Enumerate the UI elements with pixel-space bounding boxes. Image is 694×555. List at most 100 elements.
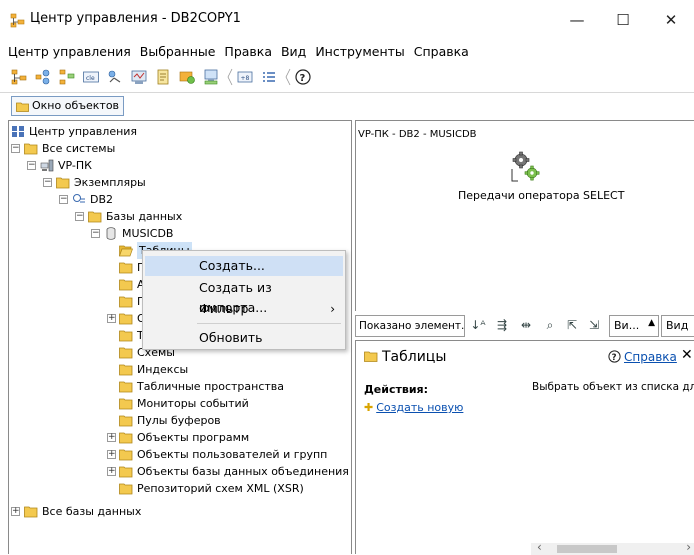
- tree-label: Базы данных: [106, 210, 183, 223]
- contents-pane: VP-ПК - DB2 - MUSICDB Передачи оператора…: [355, 120, 694, 336]
- filter-icon[interactable]: ⇶: [493, 316, 511, 334]
- view-button[interactable]: Вид: [661, 315, 694, 337]
- folder-icon: [119, 262, 133, 274]
- health-center-icon[interactable]: [130, 68, 148, 86]
- menu-tools[interactable]: Инструменты: [315, 44, 404, 59]
- tree-label: Мониторы событий: [137, 397, 249, 410]
- open-folder-icon: [119, 245, 133, 257]
- expand-toggle[interactable]: +: [107, 467, 116, 476]
- satellite-admin-icon[interactable]: [58, 68, 76, 86]
- svg-text:?: ?: [300, 73, 306, 84]
- folder-icon: [119, 483, 133, 495]
- svg-text:?: ?: [612, 353, 617, 363]
- menu-help[interactable]: Справка: [414, 44, 469, 59]
- menu-item-refresh[interactable]: Обновить: [145, 328, 343, 348]
- tree-label: Объекты пользователей и групп: [137, 448, 328, 461]
- create-new-link[interactable]: ✚ Создать новую: [364, 401, 463, 414]
- toolbar-separator: [227, 68, 233, 86]
- find-icon[interactable]: ⌕: [541, 316, 559, 334]
- menu-item-label: Фильтр: [199, 301, 249, 316]
- help-link[interactable]: ? Справка: [608, 350, 677, 364]
- menu-control-center[interactable]: Центр управления: [8, 44, 131, 59]
- folder-icon: [119, 432, 133, 444]
- object-window-label: Окно объектов: [32, 99, 120, 112]
- tree-label: VP-ПК: [58, 159, 92, 172]
- object-window-button[interactable]: Окно объектов: [11, 96, 125, 116]
- help-link-text: Справка: [624, 350, 677, 364]
- folder-icon: [119, 381, 133, 393]
- tree-label: Центр управления: [29, 125, 138, 138]
- scroll-thumb[interactable]: [557, 545, 617, 553]
- deselect-icon[interactable]: ⇲: [585, 316, 603, 334]
- maximize-button[interactable]: ☐: [600, 0, 646, 40]
- task-center-icon[interactable]: [106, 68, 124, 86]
- license-center-icon[interactable]: [178, 68, 196, 86]
- tree-label: MUSICDB: [122, 227, 174, 240]
- submenu-arrow-icon: ›: [330, 302, 335, 316]
- collapse-toggle[interactable]: −: [75, 212, 84, 221]
- control-center-app-icon: [10, 13, 25, 28]
- command-editor-icon[interactable]: cle: [82, 68, 100, 86]
- contents-toolbar: Показано элемент... ↓ᴬ ⇶ ⇹ ⌕ ⇱ ⇲ Ви... ▲…: [355, 311, 694, 341]
- minimize-button[interactable]: —: [554, 0, 600, 40]
- menu-view[interactable]: Вид: [281, 44, 306, 59]
- select-grants-gear-icon[interactable]: [508, 149, 544, 185]
- tree-label: Репозиторий схем XML (XSR): [137, 482, 304, 495]
- view-dropdown-label: Ви...: [614, 319, 640, 332]
- folder-icon: [119, 466, 133, 478]
- collapse-toggle[interactable]: −: [27, 161, 36, 170]
- menu-edit[interactable]: Правка: [224, 44, 272, 59]
- menu-selected[interactable]: Выбранные: [140, 44, 216, 59]
- folder-icon: [16, 102, 29, 112]
- list-view-icon[interactable]: [260, 68, 278, 86]
- help-icon: ?: [608, 350, 621, 363]
- tree-label: Экземпляры: [74, 176, 146, 189]
- svg-text:+8: +8: [241, 75, 250, 82]
- expand-toggle[interactable]: +: [107, 433, 116, 442]
- sort-icon[interactable]: ↓ᴬ: [469, 316, 487, 334]
- computer-icon: [40, 159, 54, 172]
- tree-label: Все базы данных: [42, 505, 142, 518]
- collapse-toggle[interactable]: −: [11, 144, 20, 153]
- columns-icon[interactable]: ⇹: [517, 316, 535, 334]
- create-new-text: Создать новую: [376, 401, 464, 414]
- expand-toggle[interactable]: +: [11, 507, 20, 516]
- journal-icon[interactable]: [154, 68, 172, 86]
- details-title: Таблицы: [364, 349, 446, 365]
- tree-label: Индексы: [137, 363, 189, 376]
- select-all-icon[interactable]: ⇱: [563, 316, 581, 334]
- scroll-left-icon[interactable]: ‹: [537, 540, 542, 554]
- menu-item-filter[interactable]: Фильтр ›: [145, 299, 343, 319]
- folder-icon: [88, 211, 102, 223]
- window-title: Центр управления - DB2COPY1: [30, 11, 241, 26]
- expand-toggle[interactable]: +: [107, 314, 116, 323]
- close-button[interactable]: ✕: [648, 0, 694, 40]
- menu-item-create[interactable]: Создать...: [145, 256, 343, 276]
- collapse-toggle[interactable]: −: [43, 178, 52, 187]
- details-close-button[interactable]: ✕: [681, 347, 693, 363]
- scroll-right-icon[interactable]: ›: [686, 540, 691, 554]
- folder-icon: [24, 506, 38, 518]
- context-menu: Создать... Создать из импорта... Фильтр …: [142, 250, 346, 350]
- expand-toggle[interactable]: +: [107, 450, 116, 459]
- configuration-assistant-icon[interactable]: [202, 68, 220, 86]
- folder-icon: [119, 279, 133, 291]
- collapse-toggle[interactable]: −: [91, 229, 100, 238]
- view-dropdown[interactable]: Ви... ▲: [609, 315, 659, 337]
- tree-label: Пулы буферов: [137, 414, 221, 427]
- tools-settings-icon[interactable]: +8: [236, 68, 254, 86]
- shown-items-field[interactable]: Показано элемент...: [355, 315, 465, 337]
- details-title-text: Таблицы: [382, 349, 447, 365]
- actions-label: Действия:: [364, 383, 428, 396]
- folder-icon: [364, 351, 378, 362]
- replication-center-icon[interactable]: [34, 68, 52, 86]
- control-center-icon[interactable]: [10, 68, 28, 86]
- choose-object-text: Выбрать объект из списка для: [532, 381, 694, 393]
- folder-icon: [119, 347, 133, 359]
- help-icon[interactable]: ?: [294, 68, 312, 86]
- object-window-bar: Окно объектов: [0, 92, 694, 118]
- control-center-node-icon: [12, 126, 24, 137]
- menu-item-create-from-import[interactable]: Создать из импорта...: [145, 278, 343, 315]
- collapse-toggle[interactable]: −: [59, 195, 68, 204]
- horizontal-scrollbar[interactable]: ‹ ›: [531, 540, 694, 555]
